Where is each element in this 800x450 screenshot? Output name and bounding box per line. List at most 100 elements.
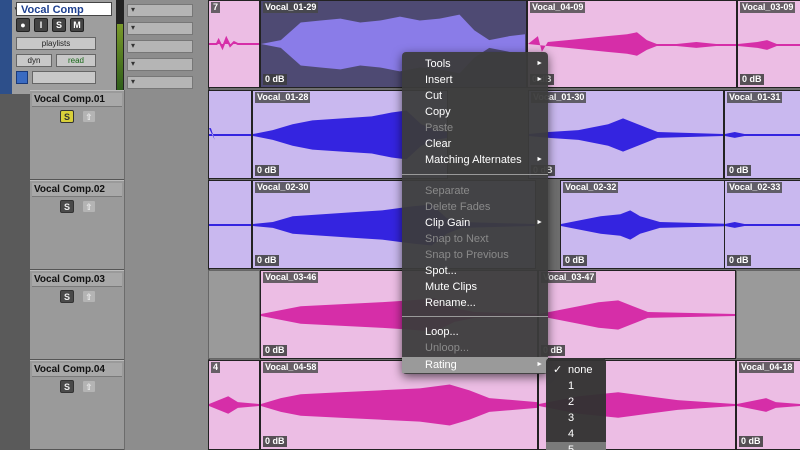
menu-item-loop[interactable]: Loop...	[402, 324, 548, 340]
track-header-vocal-comp-04[interactable]: Vocal Comp.04 S ⇧	[30, 360, 124, 450]
clip[interactable]: 4	[208, 360, 260, 450]
solo-safe-icon[interactable]: ⇧	[82, 110, 96, 123]
automation-mode-selector[interactable]: read	[56, 54, 96, 67]
clip-gain-badge[interactable]: 0 dB	[263, 74, 287, 85]
clip[interactable]: Vocal_01-30 0 dB	[528, 90, 724, 179]
clip-name: Vocal_03-47	[541, 272, 597, 283]
waveform	[529, 118, 723, 152]
clip[interactable]: Vocal_02-33 0 dB	[724, 180, 800, 269]
clip[interactable]: Vocal_03-47 0 dB	[538, 270, 736, 359]
submenu-arrow-icon: ►	[536, 76, 543, 83]
submenu-arrow-icon: ►	[536, 361, 543, 368]
clip[interactable]: Vocal_04-18 0 dB	[736, 360, 800, 450]
menu-item-clip-gain[interactable]: Clip Gain ►	[402, 215, 548, 231]
insert-slot[interactable]: ▾	[127, 58, 193, 71]
menu-item-rating[interactable]: Rating ►	[402, 357, 548, 373]
rating-option-3[interactable]: 3	[546, 410, 606, 426]
track-header-vocal-comp-02[interactable]: Vocal Comp.02 S ⇧	[30, 180, 124, 270]
submenu-arrow-icon: ►	[536, 219, 543, 226]
mute-button[interactable]: M	[70, 18, 84, 32]
checkmark-icon: ✓	[553, 364, 563, 376]
menu-item-clear[interactable]: Clear	[402, 136, 548, 152]
clip[interactable]	[208, 180, 252, 269]
clip-name: Vocal_02-32	[563, 182, 619, 193]
rating-option-2[interactable]: 2	[546, 394, 606, 410]
clip[interactable]: 7	[208, 0, 260, 88]
rating-option-1[interactable]: 1	[546, 378, 606, 394]
menu-item-unloop: Unloop...	[425, 342, 470, 354]
menu-item-paste: Paste	[425, 122, 454, 134]
insert-slot[interactable]: ▾	[127, 40, 193, 53]
record-enable-button[interactable]: ●	[16, 18, 30, 32]
track-inserts-column	[124, 180, 208, 270]
clip[interactable]: Vocal_02-32 0 dB	[560, 180, 736, 269]
insert-slot[interactable]: ▾	[127, 22, 193, 35]
track-header-vocal-comp-03[interactable]: Vocal Comp.03 S ⇧	[30, 270, 124, 360]
clip-gain-badge[interactable]: 0 dB	[263, 436, 287, 447]
track-name[interactable]: Vocal Comp.03	[32, 273, 122, 287]
solo-button[interactable]: S	[52, 18, 66, 32]
track-header-vocal-comp-01[interactable]: Vocal Comp.01 S ⇧	[30, 90, 124, 180]
pro-tools-edit-window: ▼ Vocal Comp ● I S M playlists dyn read …	[0, 0, 800, 450]
empty-region[interactable]	[736, 270, 800, 359]
menu-item-rename[interactable]: Rename...	[402, 295, 548, 311]
rating-option-none[interactable]: ✓ none	[546, 362, 606, 378]
solo-button[interactable]: S	[60, 110, 74, 123]
clip-name: Vocal_04-09	[530, 2, 586, 13]
rating-submenu: ✓ none 1 2 3 4 5	[546, 358, 606, 450]
track-name[interactable]: Vocal Comp.02	[32, 183, 122, 197]
solo-button[interactable]: S	[60, 200, 74, 213]
rating-option-4[interactable]: 4	[546, 426, 606, 442]
clip-gain-badge[interactable]: 0 dB	[255, 165, 279, 176]
selected-track-indicator	[0, 0, 12, 94]
solo-safe-icon[interactable]: ⇧	[82, 380, 96, 393]
clip-gain-badge[interactable]: 0 dB	[727, 255, 751, 266]
clip-gain-badge[interactable]: 0 dB	[255, 255, 279, 266]
insert-slot[interactable]: ▾	[127, 76, 193, 89]
master-track-header[interactable]: ▼ Vocal Comp ● I S M playlists dyn read	[12, 0, 124, 94]
track-name[interactable]: Vocal Comp.04	[32, 363, 122, 377]
solo-safe-icon[interactable]: ⇧	[82, 290, 96, 303]
clip-gain-badge[interactable]: 0 dB	[263, 345, 287, 356]
clip-gain-badge[interactable]: 0 dB	[727, 165, 751, 176]
menu-item-copy[interactable]: Copy	[402, 104, 548, 120]
clip-gain-badge[interactable]: 0 dB	[740, 74, 764, 85]
clip[interactable]	[208, 90, 252, 179]
clip-gain-badge[interactable]: 0 dB	[563, 255, 587, 266]
clip[interactable]: Vocal_04-09 0 dB	[527, 0, 737, 88]
playlists-selector[interactable]: playlists	[16, 37, 96, 50]
voice-icon[interactable]	[16, 71, 28, 84]
menu-item-matching-alternates[interactable]: Matching Alternates ►	[402, 152, 548, 168]
clip-name: Vocal_04-18	[739, 362, 795, 373]
clip-gain-badge[interactable]: 0 dB	[739, 436, 763, 447]
menu-item-cut[interactable]: Cut	[402, 88, 548, 104]
menu-item-insert[interactable]: Insert ►	[402, 72, 548, 88]
waveform	[261, 384, 537, 426]
rating-option-5[interactable]: 5	[546, 442, 606, 450]
clip[interactable]: Vocal_01-31 0 dB	[724, 90, 800, 179]
solo-button[interactable]: S	[60, 290, 74, 303]
waveform	[209, 35, 259, 51]
waveform	[209, 396, 259, 414]
menu-item-separate: Separate	[425, 185, 470, 197]
clip-name: Vocal_01-28	[255, 92, 311, 103]
insert-slot[interactable]: ▾	[127, 4, 193, 17]
clip-name: Vocal_01-29	[263, 2, 319, 13]
solo-safe-icon[interactable]: ⇧	[82, 200, 96, 213]
input-monitor-button[interactable]: I	[34, 18, 48, 32]
waveform	[528, 32, 736, 56]
menu-separator	[402, 174, 548, 175]
menu-item-mute-clips[interactable]: Mute Clips	[402, 279, 548, 295]
track-inserts-column	[124, 90, 208, 180]
solo-button[interactable]: S	[60, 380, 74, 393]
dynamic-transport-button[interactable]: dyn	[16, 54, 52, 67]
menu-item-tools[interactable]: Tools ►	[402, 56, 548, 72]
menu-item-spot[interactable]: Spot...	[402, 263, 548, 279]
track-name-field[interactable]: Vocal Comp	[16, 2, 112, 16]
clip[interactable]: Vocal_03-09 0 dB	[737, 0, 800, 88]
clip-name: Vocal_02-30	[255, 182, 311, 193]
output-selector[interactable]	[32, 71, 96, 84]
track-name[interactable]: Vocal Comp.01	[32, 93, 122, 107]
empty-region[interactable]	[208, 270, 260, 359]
clip-name: 4	[211, 362, 221, 373]
